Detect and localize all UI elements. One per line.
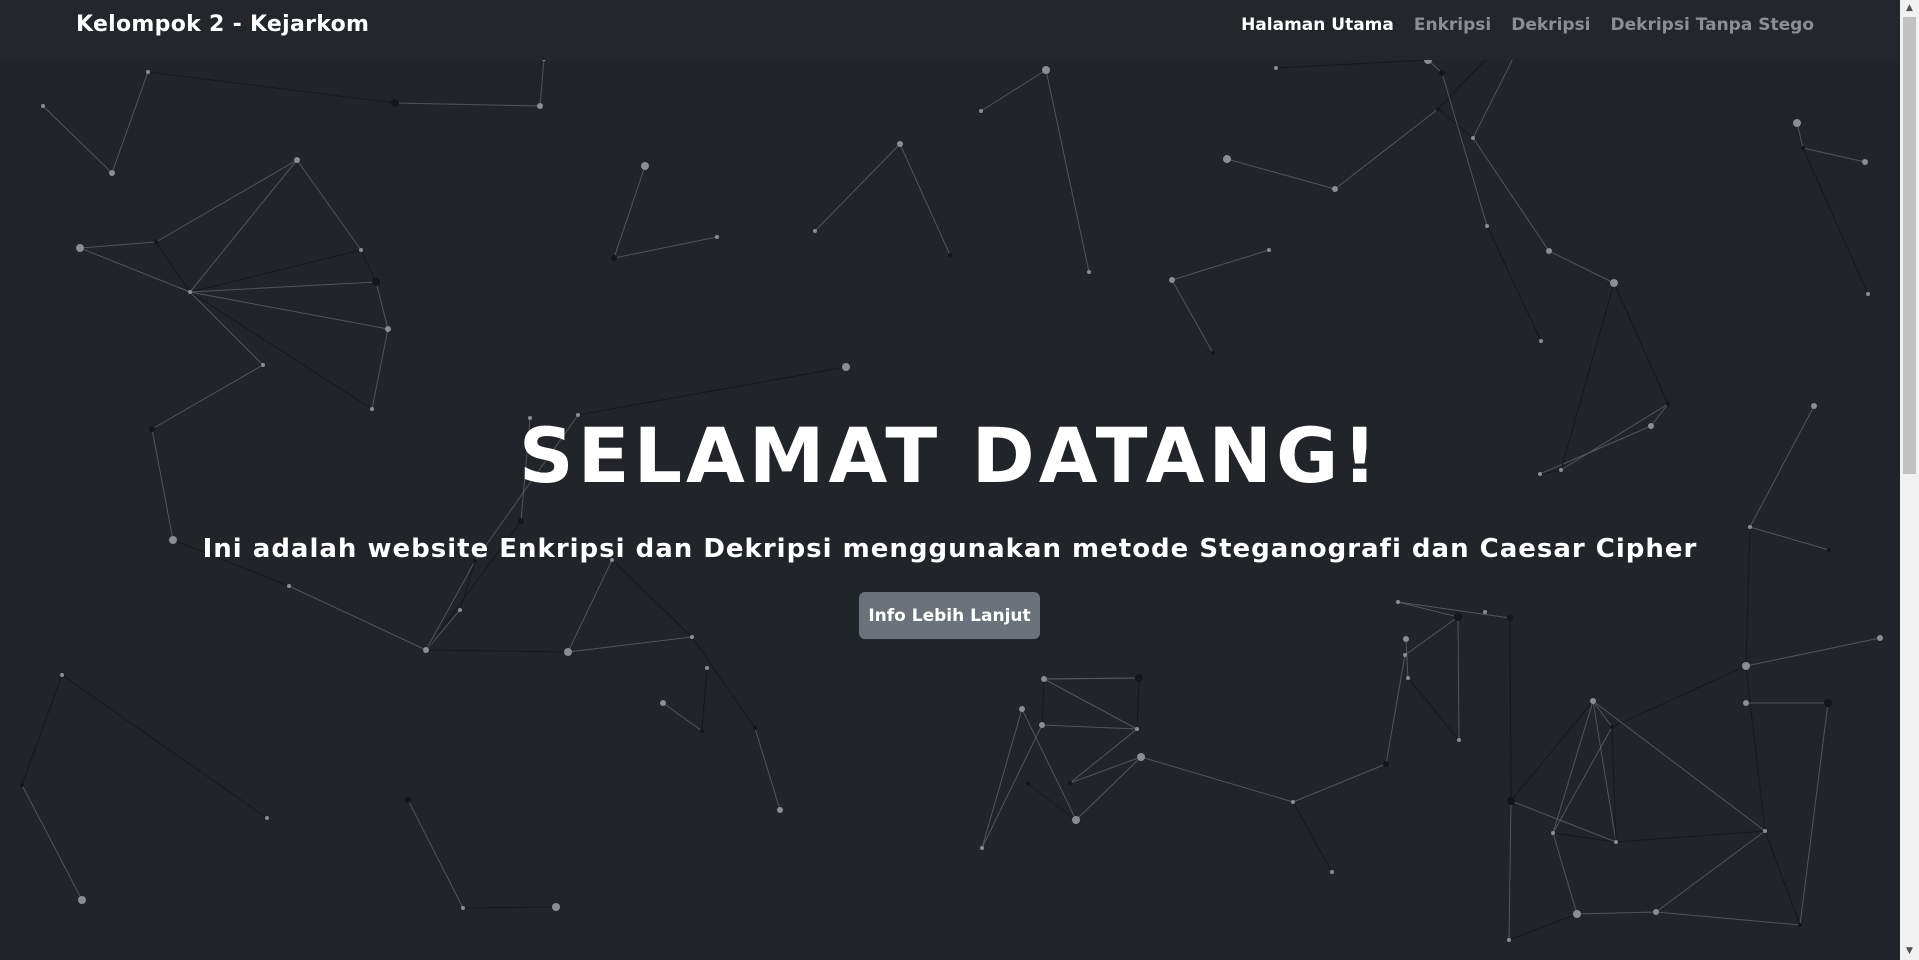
vertical-scrollbar[interactable]: ▲ ▼ — [1900, 0, 1919, 960]
triangle-down-icon[interactable]: ▼ — [1900, 943, 1919, 960]
hero-subtitle: Ini adalah website Enkripsi dan Dekripsi… — [202, 534, 1698, 564]
hero-title: SELAMAT DATANG! — [518, 411, 1382, 500]
nav-link-halaman-utama[interactable]: Halaman Utama — [1241, 15, 1394, 35]
nav-link-dekripsi[interactable]: Dekripsi — [1511, 15, 1590, 35]
nav-link-enkripsi[interactable]: Enkripsi — [1414, 15, 1491, 35]
page: Kelompok 2 - Kejarkom Halaman Utama Enkr… — [0, 0, 1919, 960]
scrollbar-thumb[interactable] — [1903, 17, 1916, 474]
nav-link-dekripsi-tanpa-stego[interactable]: Dekripsi Tanpa Stego — [1611, 15, 1814, 35]
hero-section: SELAMAT DATANG! Ini adalah website Enkri… — [0, 0, 1900, 960]
nav-links: Halaman Utama Enkripsi Dekripsi Dekripsi… — [1241, 15, 1814, 35]
navbar: Kelompok 2 - Kejarkom Halaman Utama Enkr… — [0, 0, 1900, 60]
triangle-up-icon[interactable]: ▲ — [1900, 0, 1919, 17]
brand-logo-text[interactable]: Kelompok 2 - Kejarkom — [76, 12, 369, 37]
info-lebih-lanjut-button[interactable]: Info Lebih Lanjut — [859, 592, 1040, 639]
